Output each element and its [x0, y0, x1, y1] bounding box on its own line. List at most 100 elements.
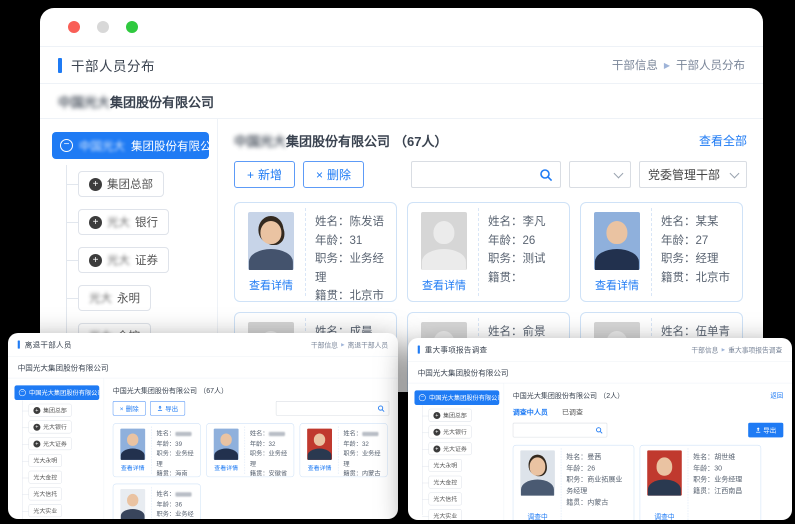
expand-icon[interactable]: + [433, 445, 440, 452]
tabs: 调查中人员 已调查 [513, 407, 784, 417]
tree-node-trust[interactable]: 光大信托 [429, 492, 462, 505]
collapse-icon[interactable]: − [419, 394, 426, 401]
breadcrumb: 干部信息 ▶ 离退干部人员 [311, 339, 388, 349]
search-icon[interactable] [374, 405, 389, 413]
breadcrumb: 干部信息 ▶ 重大事项报告调查 [691, 344, 782, 354]
person-card: 调查中 姓名：胡世维 年龄：30 职务：业务经理 籍贯：江西南昌 [640, 445, 762, 520]
tree-root-prefix: 中国光大 [79, 138, 125, 154]
person-card: 查看详情 姓名：李凡 年龄：26 职务：测试 籍贯： [407, 202, 570, 302]
tree-node-securities[interactable]: + 光大证券 [29, 437, 72, 450]
search-box [513, 423, 608, 438]
tree-node-bank[interactable]: + 光大 银行 [78, 209, 169, 235]
view-detail-link[interactable]: 查看详情 [595, 277, 639, 293]
tree-node-hq[interactable]: + 集团总部 [29, 404, 72, 417]
breadcrumb-parent[interactable]: 干部信息 [612, 57, 658, 73]
tree-node-hq[interactable]: + 集团总部 [429, 409, 472, 422]
tab-investigated[interactable]: 已调查 [562, 407, 583, 417]
person-name: 伍单青 [696, 326, 731, 338]
tree-root-node[interactable]: − 中国光大集团股份有限公司 [414, 390, 499, 405]
person-card-row: 查看详情 姓名： 年龄：39 职务：业务经理 籍贯：海南 [113, 423, 389, 477]
expand-icon[interactable]: + [433, 428, 440, 435]
view-detail-link[interactable]: 查看详情 [422, 277, 466, 293]
export-icon [755, 427, 761, 433]
title-accent-bar [58, 58, 62, 73]
view-detail-link[interactable]: 查看详情 [121, 464, 145, 473]
type-select[interactable] [569, 161, 631, 188]
delete-button[interactable]: × 删除 [113, 401, 146, 416]
minimize-window-button[interactable] [97, 21, 109, 33]
org-tree-panel: − 中国光大集团股份有限公司 + 集团总部 + 光大银行 + 光大证券 光大永明… [8, 378, 104, 519]
view-all-link[interactable]: 查看全部 [699, 132, 747, 149]
tree-node-finholding[interactable]: 光大金控 [429, 476, 462, 489]
page-header: 重大事项报告调查 干部信息 ▶ 重大事项报告调查 [408, 338, 792, 362]
person-title: 测试 [523, 253, 546, 265]
redacted-name [362, 432, 378, 436]
tree-root-node[interactable]: − 中国光大集团股份有限公司 [14, 385, 99, 400]
person-age: 32 [269, 441, 276, 447]
export-button[interactable]: 导出 [748, 423, 783, 438]
search-box [276, 401, 389, 416]
window-titlebar [40, 8, 763, 46]
close-window-button[interactable] [68, 21, 80, 33]
delete-button[interactable]: × 删除 [303, 161, 364, 188]
view-detail-link[interactable]: 查看详情 [214, 464, 238, 473]
expand-icon[interactable]: + [33, 407, 40, 414]
export-icon [157, 405, 163, 411]
chevron-down-icon [730, 168, 740, 178]
expand-icon[interactable]: + [89, 178, 102, 191]
search-box [411, 161, 561, 188]
search-input[interactable] [513, 423, 591, 437]
tab-under-investigation[interactable]: 调查中人员 [513, 407, 548, 417]
tree-node-industry[interactable]: 光大实业 [29, 504, 62, 517]
tree-node-sunlife[interactable]: 光大 永明 [78, 285, 151, 311]
export-button[interactable]: 导出 [150, 401, 185, 416]
cadre-category-select[interactable]: 党委管理干部 [639, 161, 747, 188]
expand-icon[interactable]: + [89, 216, 102, 229]
maximize-window-button[interactable] [126, 21, 138, 33]
person-card: 查看详情 姓名： 年龄：36 职务：业务经理 籍贯：上海 [113, 484, 201, 519]
collapse-icon[interactable]: − [19, 389, 26, 396]
tree-node-securities[interactable]: + 光大 证券 [78, 247, 169, 273]
back-link[interactable]: 返回 [770, 390, 783, 399]
person-card-row: 查看详情 姓名：陈发语 年龄：31 职务：业务经理 籍贯：北京市 查看详情 [234, 202, 747, 302]
tree-root-node[interactable]: − 中国光大 集团股份有限公司 [52, 132, 209, 159]
title-accent-bar [18, 341, 20, 349]
tree-node-sunlife[interactable]: 光大永明 [29, 454, 62, 467]
person-title: 业务经理 [714, 475, 742, 483]
tree-node-bank[interactable]: + 光大银行 [429, 425, 472, 438]
breadcrumb-parent[interactable]: 干部信息 [691, 344, 718, 354]
investigating-link[interactable]: 调查中 [654, 511, 674, 520]
breadcrumb-parent[interactable]: 干部信息 [311, 339, 338, 349]
breadcrumb-current: 离退干部人员 [348, 339, 389, 349]
expand-icon[interactable]: + [33, 440, 40, 447]
expand-icon[interactable]: + [33, 423, 40, 430]
search-input[interactable] [412, 162, 532, 187]
tree-node-sunlife[interactable]: 光大永明 [429, 459, 462, 472]
person-photo [120, 429, 145, 460]
tree-node-trust[interactable]: 光大信托 [29, 487, 62, 500]
person-card: 查看详情 姓名： 年龄：39 职务：业务经理 籍贯：海南 [113, 423, 201, 477]
tree-node-industry[interactable]: 光大实业 [429, 509, 462, 520]
expand-icon[interactable]: + [89, 254, 102, 267]
tree-node-bank[interactable]: + 光大银行 [29, 420, 72, 433]
search-icon[interactable] [532, 168, 560, 182]
tree-node-securities[interactable]: + 光大证券 [429, 442, 472, 455]
tree-node-finholding[interactable]: 光大金控 [29, 471, 62, 484]
expand-icon[interactable]: + [433, 412, 440, 419]
person-name: 俞景 [523, 326, 546, 338]
person-age: 26 [587, 464, 595, 472]
tree-node-hq[interactable]: + 集团总部 [78, 171, 164, 197]
search-input[interactable] [276, 402, 373, 416]
person-photo [120, 489, 145, 519]
page-header: 离退干部人员 干部信息 ▶ 离退干部人员 [8, 333, 398, 357]
person-origin: 内蒙古 [362, 471, 381, 477]
view-detail-link[interactable]: 查看详情 [308, 464, 332, 473]
redacted-name [269, 432, 285, 436]
main-content: 中国光大集团股份有限公司 （2人） 返回 调查中人员 已调查 [504, 383, 792, 520]
collapse-icon[interactable]: − [60, 139, 73, 152]
retired-cadre-window: 离退干部人员 干部信息 ▶ 离退干部人员 中国光大集团股份有限公司 − 中国光大… [8, 333, 398, 519]
add-button[interactable]: + 新增 [234, 161, 295, 188]
investigating-link[interactable]: 调查中 [527, 511, 547, 520]
view-detail-link[interactable]: 查看详情 [249, 277, 293, 293]
search-icon[interactable] [592, 426, 607, 434]
